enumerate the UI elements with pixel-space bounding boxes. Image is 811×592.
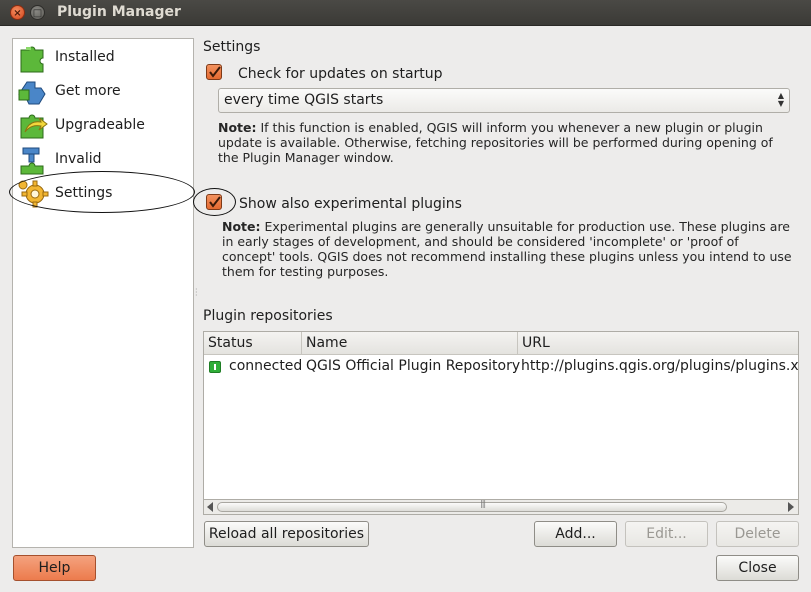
combo-arrows-icon: ▲ ▼	[777, 91, 784, 108]
scroll-left-arrow-icon[interactable]	[207, 502, 213, 512]
edit-repository-button[interactable]: Edit...	[625, 521, 708, 547]
row-name: QGIS Official Plugin Repository	[306, 358, 521, 374]
window-maximize-button[interactable]: □	[30, 5, 45, 20]
puzzle-green-icon	[20, 46, 44, 73]
scroll-right-arrow-icon[interactable]	[788, 502, 794, 512]
sidebar-item-installed[interactable]: Installed	[14, 41, 192, 75]
help-button[interactable]: Help	[13, 555, 96, 581]
table-horizontal-scrollbar[interactable]: |||	[203, 499, 799, 515]
row-url: http://plugins.qgis.org/plugins/plugins.…	[521, 358, 799, 374]
sidebar-item-label: Invalid	[55, 151, 102, 167]
scrollbar-thumb[interactable]: |||	[217, 499, 727, 512]
experimental-note-text: Experimental plugins are generally unsui…	[222, 219, 792, 279]
experimental-label: Show also experimental plugins	[239, 196, 462, 212]
scrollbar-grip-icon: |||	[480, 499, 486, 508]
experimental-note-label: Note:	[222, 219, 261, 234]
connected-status-icon	[209, 361, 221, 373]
sidebar-item-label: Installed	[55, 49, 115, 65]
experimental-note: Note: Experimental plugins are generally…	[222, 219, 794, 279]
column-header-status[interactable]: Status	[208, 335, 253, 351]
sidebar-item-label: Upgradeable	[55, 117, 145, 133]
settings-highlight-ellipse	[9, 171, 195, 213]
column-header-url[interactable]: URL	[522, 335, 550, 351]
splitter-handle[interactable]: · · ·	[195, 286, 198, 300]
column-header-name[interactable]: Name	[306, 335, 347, 351]
update-frequency-value: every time QGIS starts	[224, 92, 384, 108]
window-title: Plugin Manager	[57, 4, 181, 20]
experimental-highlight-ellipse	[193, 188, 236, 216]
row-status: connected	[229, 358, 303, 374]
update-frequency-select[interactable]: every time QGIS starts ▲ ▼	[218, 88, 790, 113]
sidebar-item-get-more[interactable]: Get more	[14, 75, 192, 109]
settings-heading: Settings	[203, 39, 261, 55]
delete-repository-button[interactable]: Delete	[716, 521, 799, 547]
window-titlebar: × □ Plugin Manager	[0, 0, 811, 26]
close-button[interactable]: Close	[716, 555, 799, 581]
repositories-table: Status Name URL connected QGIS Official …	[203, 331, 799, 500]
table-header: Status Name URL	[204, 332, 798, 355]
check-updates-checkbox[interactable]	[206, 64, 222, 80]
puzzle-blue-icon	[18, 81, 46, 105]
sidebar: Installed Get more Upgradeable Invalid S…	[12, 38, 194, 548]
update-note-text: If this function is enabled, QGIS will i…	[218, 120, 773, 165]
puzzle-upgrade-icon	[20, 114, 48, 139]
add-repository-button[interactable]: Add...	[534, 521, 617, 547]
check-updates-label: Check for updates on startup	[238, 66, 443, 82]
update-note: Note: If this function is enabled, QGIS …	[218, 120, 790, 165]
window-close-button[interactable]: ×	[10, 5, 25, 20]
sidebar-item-label: Get more	[55, 83, 121, 99]
update-note-label: Note:	[218, 120, 257, 135]
puzzle-invalid-icon	[20, 147, 44, 175]
column-divider[interactable]	[301, 332, 302, 355]
repositories-heading: Plugin repositories	[203, 308, 333, 324]
sidebar-item-upgradeable[interactable]: Upgradeable	[14, 109, 192, 143]
checkmark-icon	[209, 66, 221, 78]
reload-repositories-button[interactable]: Reload all repositories	[204, 521, 369, 547]
column-divider[interactable]	[517, 332, 518, 355]
